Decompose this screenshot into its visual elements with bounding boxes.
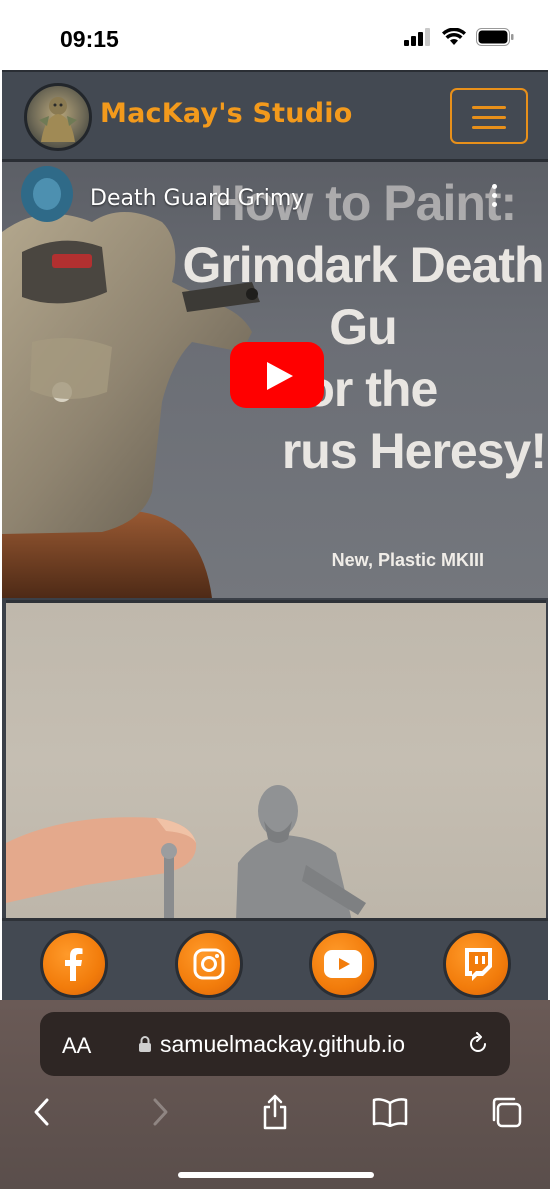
book-icon (372, 1098, 408, 1127)
logo-figure-icon (39, 97, 77, 142)
youtube-link[interactable] (309, 930, 377, 998)
miniature-photo (6, 600, 546, 918)
status-icons (404, 28, 514, 46)
url-text[interactable]: samuelmackay.github.io (160, 1031, 405, 1058)
signal-icon (404, 28, 430, 46)
play-button[interactable] (230, 342, 324, 408)
share-button[interactable] (255, 1092, 295, 1132)
text-size-button[interactable]: AA (62, 1033, 91, 1059)
brand-title[interactable]: MacKay's Studio (100, 98, 352, 129)
youtube-video-embed[interactable]: How to Paint: Grimdark Death Gu for the … (2, 162, 548, 598)
site-logo[interactable] (24, 83, 92, 151)
twitch-link[interactable] (443, 930, 511, 998)
facebook-link[interactable] (40, 930, 108, 998)
menu-toggle-button[interactable] (450, 88, 528, 144)
reload-icon[interactable] (466, 1032, 490, 1056)
back-button[interactable] (22, 1092, 62, 1132)
forward-button[interactable] (140, 1092, 180, 1132)
wifi-icon (442, 28, 466, 45)
youtube-icon (324, 950, 362, 978)
hamburger-icon (472, 106, 506, 109)
lock-icon (139, 1036, 151, 1052)
thumbnail-subtext: New, Plastic MKIII (331, 550, 484, 570)
hamburger-icon-bar (472, 116, 506, 119)
browser-toolbar: AA samuelmackay.github.io (0, 1000, 550, 1189)
chevron-right-icon (153, 1098, 168, 1126)
share-icon (263, 1094, 287, 1130)
tabs-icon (492, 1097, 522, 1128)
thumbnail-line-4: rus Heresy! (281, 423, 547, 479)
chevron-left-icon (34, 1098, 49, 1126)
facebook-icon (65, 948, 83, 981)
address-bar[interactable]: AA samuelmackay.github.io (40, 1012, 510, 1076)
video-thumbnail-text: How to Paint: Grimdark Death Gu for the … (178, 172, 548, 482)
status-bar: 09:15 (0, 0, 550, 70)
social-footer (2, 918, 548, 1000)
miniature-photo-content (6, 785, 366, 918)
thumbnail-line-2: Grimdark Death Gu (182, 237, 544, 355)
more-options-icon[interactable] (489, 184, 499, 214)
video-title[interactable]: Death Guard Grimy (90, 186, 304, 211)
web-page: MacKay's Studio How to Paint: Grimdark D… (2, 70, 548, 1000)
home-indicator (178, 1172, 374, 1178)
instagram-link[interactable] (175, 930, 243, 998)
bookmarks-button[interactable] (370, 1092, 410, 1132)
navbar: MacKay's Studio (2, 70, 548, 162)
status-time: 09:15 (60, 26, 119, 52)
tabs-button[interactable] (487, 1092, 527, 1132)
battery-icon (476, 28, 514, 46)
hamburger-icon-bar (472, 126, 506, 129)
twitch-icon (465, 948, 492, 981)
instagram-icon (193, 948, 225, 980)
